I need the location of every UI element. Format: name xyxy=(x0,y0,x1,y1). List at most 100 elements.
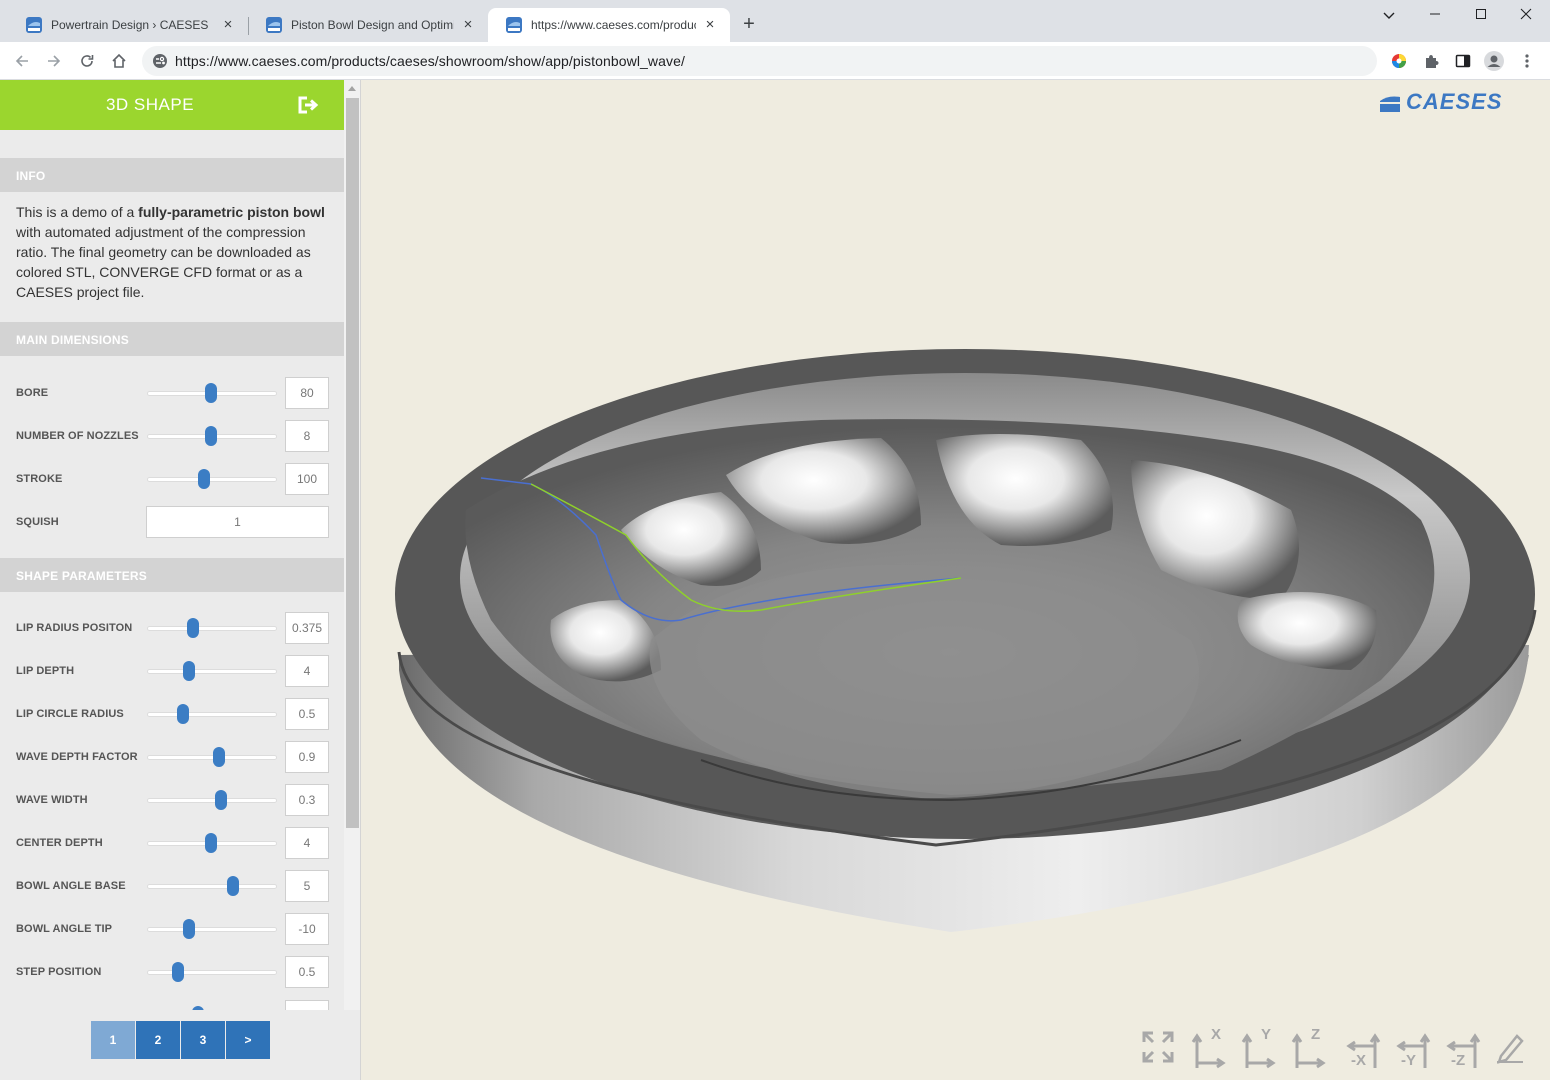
info-description: This is a demo of a fully-parametric pis… xyxy=(16,202,331,302)
close-tab-icon[interactable]: × xyxy=(702,17,718,33)
tab-title: https://www.caeses.com/product xyxy=(531,18,696,32)
param-value-input[interactable]: 5 xyxy=(285,870,329,902)
view-z-icon[interactable]: Z xyxy=(1291,1026,1327,1070)
param-value-input[interactable]: 80 xyxy=(285,377,329,409)
slider-knob[interactable] xyxy=(204,383,217,403)
reload-icon[interactable] xyxy=(74,48,100,74)
more-menu-icon[interactable] xyxy=(1517,51,1537,71)
param-label: WAVE WIDTH xyxy=(16,794,88,806)
exit-icon[interactable] xyxy=(297,95,319,115)
slider-track[interactable] xyxy=(147,477,277,482)
param-value-input[interactable]: 8 xyxy=(285,420,329,452)
param-label: STEP POSITION xyxy=(16,966,102,978)
param-value-input[interactable]: 100 xyxy=(285,463,329,495)
back-arrow-icon[interactable] xyxy=(9,48,35,74)
view-x-icon[interactable]: X xyxy=(1191,1026,1227,1070)
param-label: STROKE xyxy=(16,473,63,485)
param-row: STEP POSITION 0.5 xyxy=(0,956,344,988)
view-neg-y-icon[interactable]: -Y xyxy=(1393,1030,1431,1070)
fit-view-icon[interactable] xyxy=(1141,1030,1177,1070)
view-axis-label: X xyxy=(1211,1026,1222,1043)
param-row: WAVE DEPTH FACTOR 0.9 xyxy=(0,741,344,773)
slider-track[interactable] xyxy=(147,884,277,889)
tab-search-chevron-icon[interactable] xyxy=(1366,4,1412,26)
param-value-input[interactable]: 4 xyxy=(285,655,329,687)
browser-tab-active[interactable]: https://www.caeses.com/product × xyxy=(488,8,730,42)
caeses-logo: CAESES xyxy=(1380,89,1502,113)
param-value-input[interactable]: 0.375 xyxy=(285,612,329,644)
browser-tab[interactable]: Piston Bowl Design and Optimiza × xyxy=(248,8,488,42)
color-picker-extension-icon[interactable] xyxy=(1389,51,1409,71)
piston-bowl-model[interactable] xyxy=(361,80,1550,1080)
url-text: https://www.caeses.com/products/caeses/s… xyxy=(175,53,685,69)
slider-track[interactable] xyxy=(147,798,277,803)
site-info-icon[interactable] xyxy=(152,53,168,69)
logo-text: CAESES xyxy=(1406,89,1502,113)
close-window-icon[interactable] xyxy=(1503,4,1549,26)
profile-avatar-icon[interactable] xyxy=(1484,51,1504,71)
tab-title: Powertrain Design › CAESES xyxy=(51,18,209,32)
view-axis-label: Y xyxy=(1261,1026,1272,1043)
slider-knob[interactable] xyxy=(198,469,211,489)
side-panel-icon[interactable] xyxy=(1453,51,1473,71)
new-tab-button[interactable]: + xyxy=(738,14,760,36)
slider-knob[interactable] xyxy=(204,833,217,853)
slider-track[interactable] xyxy=(147,669,277,674)
param-label: LIP CIRCLE RADIUS xyxy=(16,708,124,720)
slider-knob[interactable] xyxy=(182,661,195,681)
scrollbar-thumb[interactable] xyxy=(346,98,359,828)
view-neg-z-icon[interactable]: -Z xyxy=(1443,1030,1481,1070)
extensions-puzzle-icon[interactable] xyxy=(1421,51,1441,71)
slider-track[interactable] xyxy=(147,626,277,631)
param-value-input[interactable]: 0.5 xyxy=(285,956,329,988)
slider-knob[interactable] xyxy=(186,618,199,638)
slider-track[interactable] xyxy=(147,970,277,975)
slider-track[interactable] xyxy=(147,927,277,932)
caeses-favicon-icon xyxy=(26,17,42,33)
close-tab-icon[interactable]: × xyxy=(220,17,236,33)
slider-knob[interactable] xyxy=(204,426,217,446)
page-navigation: 1 2 3 > xyxy=(0,1010,360,1080)
slider-knob[interactable] xyxy=(215,790,228,810)
param-row: CENTER DEPTH 4 xyxy=(0,827,344,859)
close-tab-icon[interactable]: × xyxy=(460,17,476,33)
param-label: BORE xyxy=(16,387,49,399)
param-value-input[interactable]: 0.9 xyxy=(285,741,329,773)
info-text-part: with automated adjustment of the compres… xyxy=(16,224,311,300)
param-row: LIP RADIUS POSITON 0.375 xyxy=(0,612,344,644)
section-title: MAIN DIMENSIONS xyxy=(16,333,130,347)
3d-viewport[interactable]: CAESES X Y Z -X -Y -Z xyxy=(361,80,1550,1080)
slider-knob[interactable] xyxy=(212,747,225,767)
next-page-button[interactable]: > xyxy=(226,1021,270,1059)
address-bar[interactable]: https://www.caeses.com/products/caeses/s… xyxy=(142,46,1377,76)
forward-arrow-icon[interactable] xyxy=(41,48,67,74)
view-axis-label: -Y xyxy=(1401,1052,1416,1069)
view-axis-label: -X xyxy=(1351,1052,1366,1069)
browser-tab[interactable]: Powertrain Design › CAESES × xyxy=(8,8,248,42)
panel-scrollbar[interactable] xyxy=(344,80,360,1010)
edit-icon[interactable] xyxy=(1493,1030,1529,1070)
param-value-input[interactable]: 4 xyxy=(285,827,329,859)
squish-input[interactable]: 1 xyxy=(146,506,329,538)
view-y-icon[interactable]: Y xyxy=(1241,1026,1277,1070)
param-value-input[interactable]: 0.5 xyxy=(285,698,329,730)
param-value-input[interactable]: -10 xyxy=(285,913,329,945)
page-3-button[interactable]: 3 xyxy=(181,1021,225,1059)
maximize-window-icon[interactable] xyxy=(1458,4,1504,26)
param-row: BORE 80 xyxy=(0,377,344,409)
page-2-button[interactable]: 2 xyxy=(136,1021,180,1059)
slider-knob[interactable] xyxy=(172,962,185,982)
page-1-button[interactable]: 1 xyxy=(91,1021,135,1059)
param-row: STROKE 100 xyxy=(0,463,344,495)
param-row: LIP DEPTH 4 xyxy=(0,655,344,687)
slider-knob[interactable] xyxy=(226,876,239,896)
minimize-window-icon[interactable] xyxy=(1412,4,1458,26)
scroll-up-arrow-icon[interactable] xyxy=(348,86,356,91)
view-neg-x-icon[interactable]: -X xyxy=(1343,1030,1381,1070)
home-icon[interactable] xyxy=(106,48,132,74)
slider-knob[interactable] xyxy=(177,704,190,724)
param-row: WAVE WIDTH 0.3 xyxy=(0,784,344,816)
param-value-input[interactable]: 0.3 xyxy=(285,784,329,816)
slider-track[interactable] xyxy=(147,712,277,717)
slider-knob[interactable] xyxy=(182,919,195,939)
